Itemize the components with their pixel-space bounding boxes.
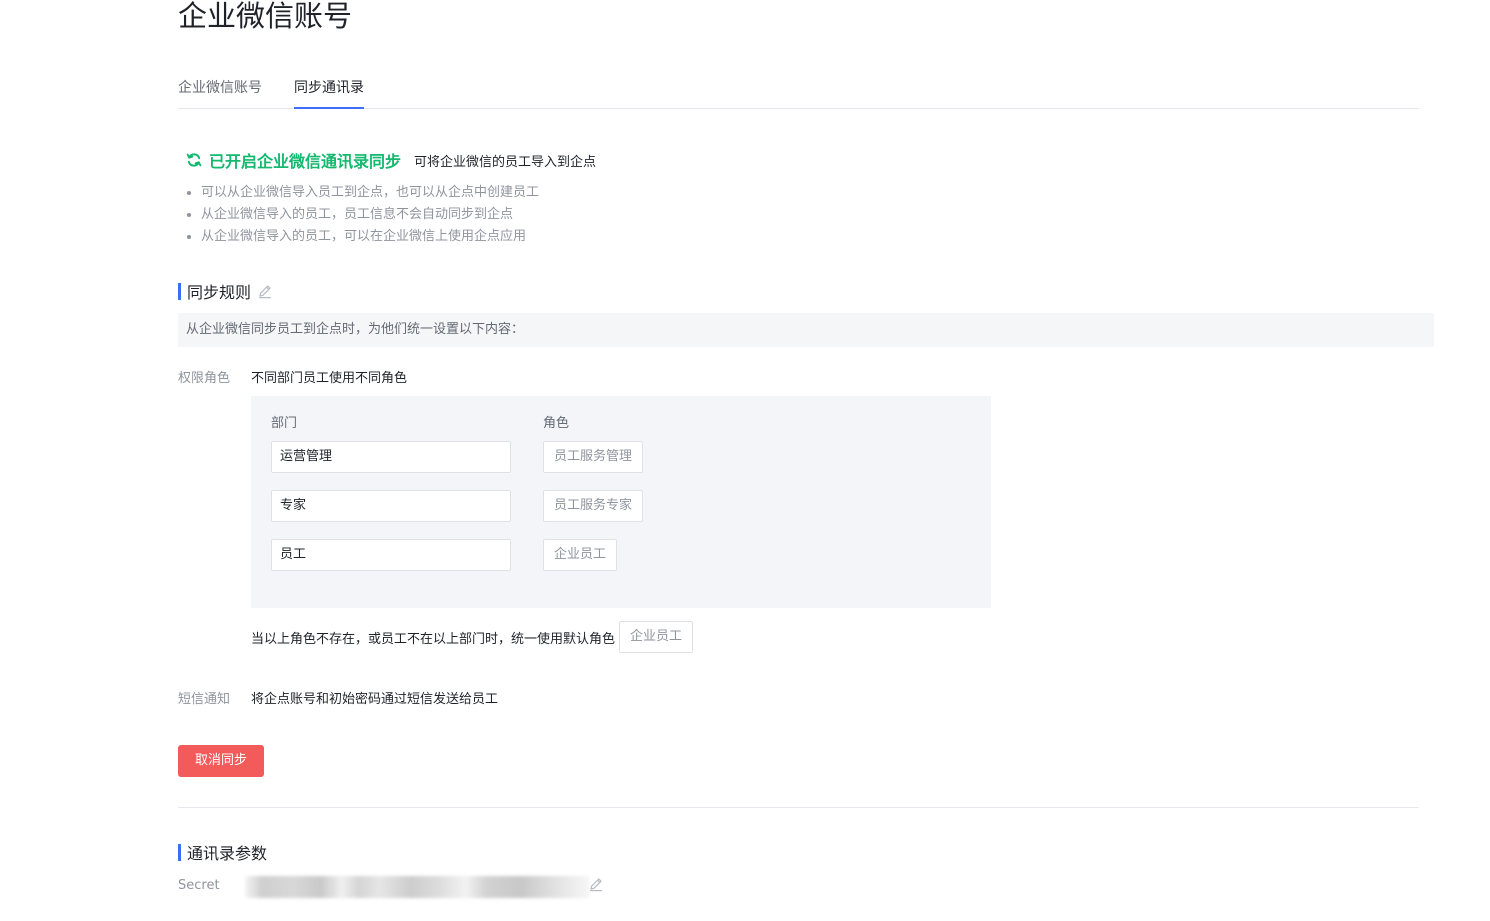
- department-column-header: 部门: [271, 416, 298, 431]
- section-accent-bar: [178, 282, 181, 300]
- sync-rules-header: 同步规则: [178, 281, 273, 302]
- permission-role-label: 权限角色: [178, 371, 231, 386]
- section-divider: [178, 807, 1419, 808]
- list-item: 从企业微信导入的员工，员工信息不会自动同步到企点: [186, 204, 539, 226]
- department-field[interactable]: 员工: [271, 539, 511, 571]
- active-tab-indicator: [294, 107, 364, 109]
- sync-notes-list: 可以从企业微信导入员工到企点，也可以从企点中创建员工 从企业微信导入的员工，员工…: [186, 182, 539, 248]
- sync-rules-title: 同步规则: [187, 283, 252, 302]
- default-role-select[interactable]: 企业员工: [619, 621, 694, 653]
- page: 企业微信账号 企业微信账号 同步通讯录 已开启企业微信通讯录同步 可将企业微信的…: [0, 0, 1490, 921]
- pencil-icon[interactable]: [588, 876, 604, 892]
- contacts-params-header: 通讯录参数: [178, 842, 268, 863]
- tab-bar: 企业微信账号 同步通讯录: [178, 74, 1419, 109]
- sync-status-description: 可将企业微信的员工导入到企点: [414, 154, 597, 170]
- sync-status-title: 已开启企业微信通讯录同步: [209, 152, 402, 171]
- default-role-text: 当以上角色不存在，或员工不在以上部门时，统一使用默认角色: [251, 631, 616, 647]
- role-select[interactable]: 员工服务专家: [543, 490, 644, 522]
- tab-sync-contacts[interactable]: 同步通讯录: [294, 78, 364, 98]
- pencil-icon[interactable]: [257, 283, 273, 299]
- contacts-params-title: 通讯录参数: [187, 844, 268, 863]
- list-item: 可以从企业微信导入员工到企点，也可以从企点中创建员工: [186, 182, 539, 204]
- default-role-row: 当以上角色不存在，或员工不在以上部门时，统一使用默认角色 企业员工: [251, 621, 694, 653]
- department-field[interactable]: 专家: [271, 490, 511, 522]
- sync-status: 已开启企业微信通讯录同步 可将企业微信的员工导入到企点: [186, 148, 596, 172]
- role-column-header: 角色: [543, 416, 570, 431]
- page-title: 企业微信账号: [178, 0, 353, 33]
- role-select[interactable]: 员工服务管理: [543, 441, 644, 473]
- department-role-mapping: 部门 角色 运营管理 员工服务管理 专家 员工服务专家 员工 企业员工: [251, 396, 991, 608]
- sms-notice-label: 短信通知: [178, 692, 231, 707]
- sms-notice-value: 将企点账号和初始密码通过短信发送给员工: [251, 692, 499, 707]
- sync-rules-tip: 从企业微信同步员工到企点时，为他们统一设置以下内容：: [178, 313, 1434, 347]
- secret-value-masked: [245, 876, 590, 898]
- permission-role-value: 不同部门员工使用不同角色: [251, 371, 408, 386]
- tab-wecom-account[interactable]: 企业微信账号: [178, 78, 262, 98]
- department-field[interactable]: 运营管理: [271, 441, 511, 473]
- section-accent-bar: [178, 843, 181, 861]
- cancel-sync-button[interactable]: 取消同步: [178, 745, 264, 777]
- role-select[interactable]: 企业员工: [543, 539, 618, 571]
- secret-label: Secret: [178, 878, 220, 893]
- list-item: 从企业微信导入的员工，可以在企业微信上使用企点应用: [186, 226, 539, 248]
- refresh-icon: [186, 153, 202, 167]
